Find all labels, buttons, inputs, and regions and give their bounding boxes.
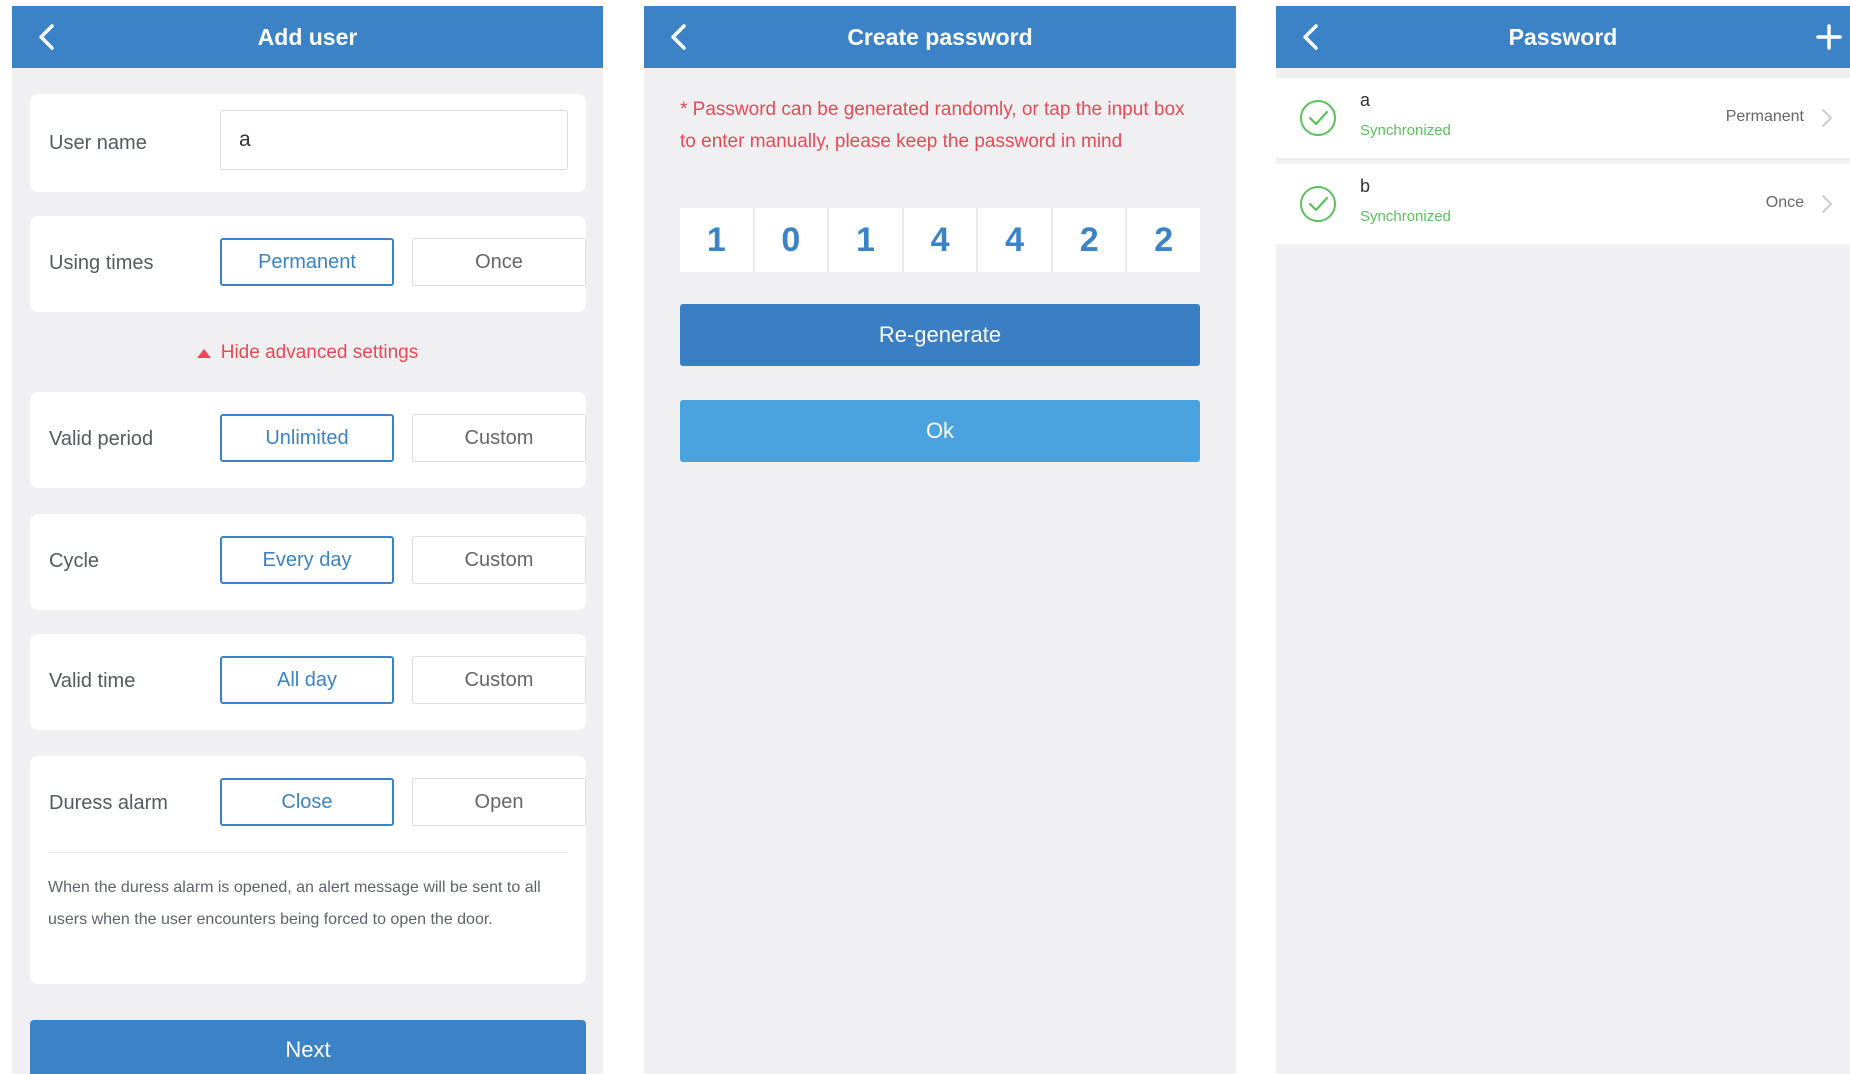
password-hint: * Password can be generated randomly, or… (680, 99, 1185, 152)
password-digit-input: 1 0 1 4 4 2 2 (680, 208, 1201, 272)
duress-alarm-close-option[interactable]: Close (220, 778, 394, 826)
chevron-right-icon (1822, 109, 1832, 127)
regenerate-button[interactable]: Re-generate (680, 304, 1200, 366)
check-circle-icon (1300, 186, 1336, 222)
password-list-navbar: Password (1276, 6, 1850, 68)
page-title: Add user (257, 23, 358, 50)
cycle-custom-option[interactable]: Custom (412, 536, 586, 584)
create-password-navbar: Create password (644, 6, 1236, 68)
back-icon[interactable] (662, 20, 696, 54)
duress-alarm-open-option[interactable]: Open (412, 778, 586, 826)
valid-time-all-day-option[interactable]: All day (220, 656, 394, 704)
user-name-label: User name (49, 132, 147, 154)
valid-period-custom-option[interactable]: Custom (412, 414, 586, 462)
sync-status: Synchronized (1360, 208, 1451, 225)
password-name: b (1360, 176, 1371, 196)
duress-alarm-card: Duress alarm Close Open When the duress … (30, 756, 586, 984)
password-type: Once (1765, 194, 1804, 211)
advanced-toggle-label: Hide advanced settings (220, 342, 419, 363)
password-name: a (1360, 90, 1371, 110)
sync-status: Synchronized (1360, 122, 1451, 139)
back-icon[interactable] (30, 20, 64, 54)
password-list-item[interactable]: b Synchronized Once (1276, 164, 1850, 244)
valid-time-custom-option[interactable]: Custom (412, 656, 586, 704)
duress-alarm-label: Duress alarm (49, 792, 168, 814)
valid-time-card: Valid time All day Custom (30, 634, 586, 730)
cycle-card: Cycle Every day Custom (30, 514, 586, 610)
check-circle-icon (1300, 100, 1336, 136)
password-digit[interactable]: 4 (903, 208, 977, 272)
password-digit[interactable]: 0 (754, 208, 828, 272)
page-title: Create password (847, 23, 1033, 50)
ok-button[interactable]: Ok (680, 400, 1200, 462)
using-times-once-option[interactable]: Once (412, 238, 586, 286)
create-password-screen: Create password * Password can be genera… (644, 6, 1236, 1074)
password-digit[interactable]: 4 (978, 208, 1051, 272)
user-name-card: User name a (30, 94, 586, 192)
password-digit[interactable]: 2 (1127, 208, 1201, 272)
add-user-screen: Add user User name a Using times Permane… (12, 6, 603, 1074)
next-button[interactable]: Next (30, 1020, 586, 1074)
using-times-label: Using times (49, 252, 154, 274)
password-digit[interactable]: 2 (1052, 208, 1126, 272)
duress-alarm-note: When the duress alarm is opened, an aler… (48, 879, 541, 928)
valid-period-card: Valid period Unlimited Custom (30, 392, 586, 488)
password-type: Permanent (1725, 108, 1804, 125)
using-times-card: Using times Permanent Once (30, 216, 586, 312)
page-title: Password (1508, 23, 1618, 50)
row-divider (1276, 158, 1850, 160)
add-user-navbar: Add user (12, 6, 603, 68)
password-digit[interactable]: 1 (829, 208, 902, 272)
using-times-permanent-option[interactable]: Permanent (220, 238, 394, 286)
cycle-every-day-option[interactable]: Every day (220, 536, 394, 584)
user-name-input[interactable]: a (220, 110, 568, 170)
hide-advanced-settings-toggle[interactable]: Hide advanced settings (12, 342, 603, 364)
password-list-item[interactable]: a Synchronized Permanent (1276, 78, 1850, 158)
password-digit[interactable]: 1 (680, 208, 753, 272)
duress-divider (48, 852, 568, 853)
valid-time-label: Valid time (49, 670, 136, 692)
cycle-label: Cycle (49, 550, 100, 572)
chevron-right-icon (1822, 195, 1832, 213)
valid-period-label: Valid period (49, 428, 154, 450)
password-list-screen: Password a Synchronized Permanent b Sync… (1276, 6, 1850, 1074)
triangle-up-icon (196, 348, 211, 358)
back-icon[interactable] (1294, 20, 1328, 54)
plus-icon[interactable] (1810, 18, 1848, 56)
valid-period-unlimited-option[interactable]: Unlimited (220, 414, 394, 462)
